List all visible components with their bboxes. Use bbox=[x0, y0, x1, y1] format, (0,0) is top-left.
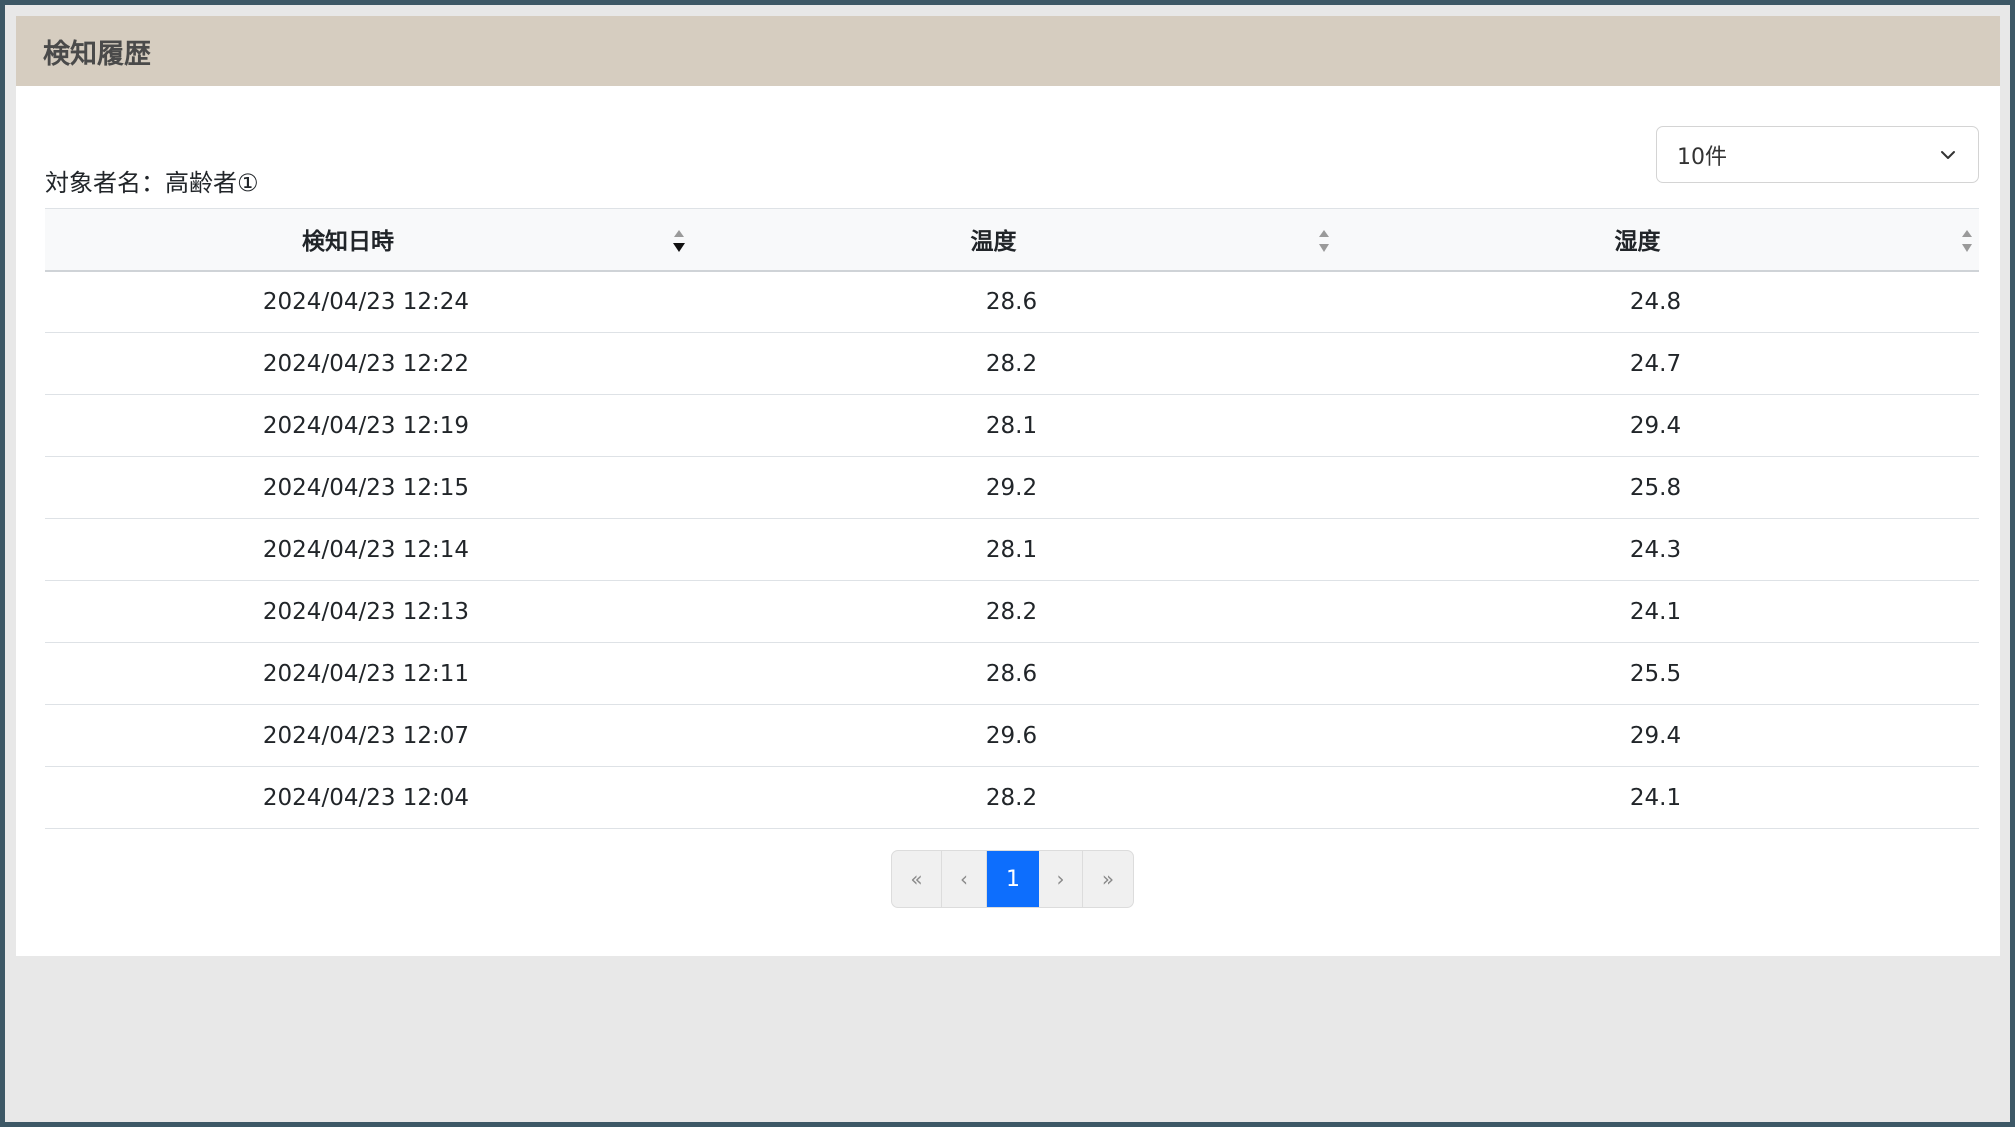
table-row: 2024/04/23 12:19 28.1 29.4 bbox=[45, 395, 1979, 457]
cell-humidity: 24.8 bbox=[1629, 288, 1682, 315]
column-header-datetime[interactable]: 検知日時 bbox=[45, 209, 691, 271]
cell-temperature: 28.2 bbox=[985, 598, 1038, 625]
cell-temperature: 28.6 bbox=[985, 288, 1038, 315]
cell-datetime: 2024/04/23 12:15 bbox=[262, 474, 470, 501]
cell-datetime: 2024/04/23 12:13 bbox=[262, 598, 470, 625]
detection-history-table: 検知日時 温度 湿度 2024/04/23 12:24 28.6 24.8 20… bbox=[45, 208, 1979, 829]
cell-datetime: 2024/04/23 12:07 bbox=[262, 722, 470, 749]
cell-datetime: 2024/04/23 12:24 bbox=[262, 288, 470, 315]
page-size-value: 10件 bbox=[1677, 144, 1727, 170]
last-page-button[interactable]: » bbox=[1083, 851, 1133, 907]
cell-datetime: 2024/04/23 12:22 bbox=[262, 350, 470, 377]
cell-temperature: 28.6 bbox=[985, 660, 1038, 687]
cell-humidity: 24.7 bbox=[1629, 350, 1682, 377]
pagination: « ‹ 1 › » bbox=[891, 850, 1134, 908]
cell-humidity: 24.1 bbox=[1629, 598, 1682, 625]
page-1-button[interactable]: 1 bbox=[987, 851, 1039, 907]
column-header-humidity[interactable]: 湿度 bbox=[1336, 209, 1979, 271]
cell-datetime: 2024/04/23 12:11 bbox=[262, 660, 470, 687]
table-row: 2024/04/23 12:14 28.1 24.3 bbox=[45, 519, 1979, 581]
sort-desc-icon bbox=[673, 230, 685, 252]
subject-name: 対象者名：高齢者① bbox=[45, 169, 259, 197]
table-header-row: 検知日時 温度 湿度 bbox=[45, 208, 1979, 271]
cell-humidity: 29.4 bbox=[1629, 412, 1682, 439]
app-frame: 検知履歴 対象者名：高齢者① 10件 検知日時 温度 湿度 2024/04/23… bbox=[0, 0, 2015, 1127]
cell-humidity: 25.8 bbox=[1629, 474, 1682, 501]
card-header: 検知履歴 bbox=[16, 16, 2000, 86]
table-row: 2024/04/23 12:13 28.2 24.1 bbox=[45, 581, 1979, 643]
table-row: 2024/04/23 12:15 29.2 25.8 bbox=[45, 457, 1979, 519]
column-header-temperature[interactable]: 温度 bbox=[691, 209, 1336, 271]
page-size-select[interactable]: 10件 bbox=[1656, 126, 1979, 183]
table-row: 2024/04/23 12:07 29.6 29.4 bbox=[45, 705, 1979, 767]
cell-temperature: 29.2 bbox=[985, 474, 1038, 501]
sort-icon bbox=[1962, 230, 1972, 252]
table-row: 2024/04/23 12:22 28.2 24.7 bbox=[45, 333, 1979, 395]
cell-humidity: 24.1 bbox=[1629, 784, 1682, 811]
cell-datetime: 2024/04/23 12:04 bbox=[262, 784, 470, 811]
cell-temperature: 28.2 bbox=[985, 350, 1038, 377]
table-row: 2024/04/23 12:24 28.6 24.8 bbox=[45, 271, 1979, 333]
cell-temperature: 29.6 bbox=[985, 722, 1038, 749]
prev-page-button[interactable]: ‹ bbox=[942, 851, 987, 907]
cell-temperature: 28.2 bbox=[985, 784, 1038, 811]
chevron-down-icon bbox=[1941, 151, 1955, 159]
page-title: 検知履歴 bbox=[43, 38, 151, 70]
cell-temperature: 28.1 bbox=[985, 412, 1038, 439]
cell-humidity: 24.3 bbox=[1629, 536, 1682, 563]
cell-humidity: 29.4 bbox=[1629, 722, 1682, 749]
table-row: 2024/04/23 12:11 28.6 25.5 bbox=[45, 643, 1979, 705]
table-row: 2024/04/23 12:04 28.2 24.1 bbox=[45, 767, 1979, 829]
detection-history-card: 検知履歴 対象者名：高齢者① 10件 検知日時 温度 湿度 2024/04/23… bbox=[16, 16, 2000, 956]
cell-temperature: 28.1 bbox=[985, 536, 1038, 563]
cell-datetime: 2024/04/23 12:19 bbox=[262, 412, 470, 439]
next-page-button[interactable]: › bbox=[1039, 851, 1083, 907]
first-page-button[interactable]: « bbox=[892, 851, 942, 907]
sort-icon bbox=[1319, 230, 1329, 252]
cell-humidity: 25.5 bbox=[1629, 660, 1682, 687]
cell-datetime: 2024/04/23 12:14 bbox=[262, 536, 470, 563]
